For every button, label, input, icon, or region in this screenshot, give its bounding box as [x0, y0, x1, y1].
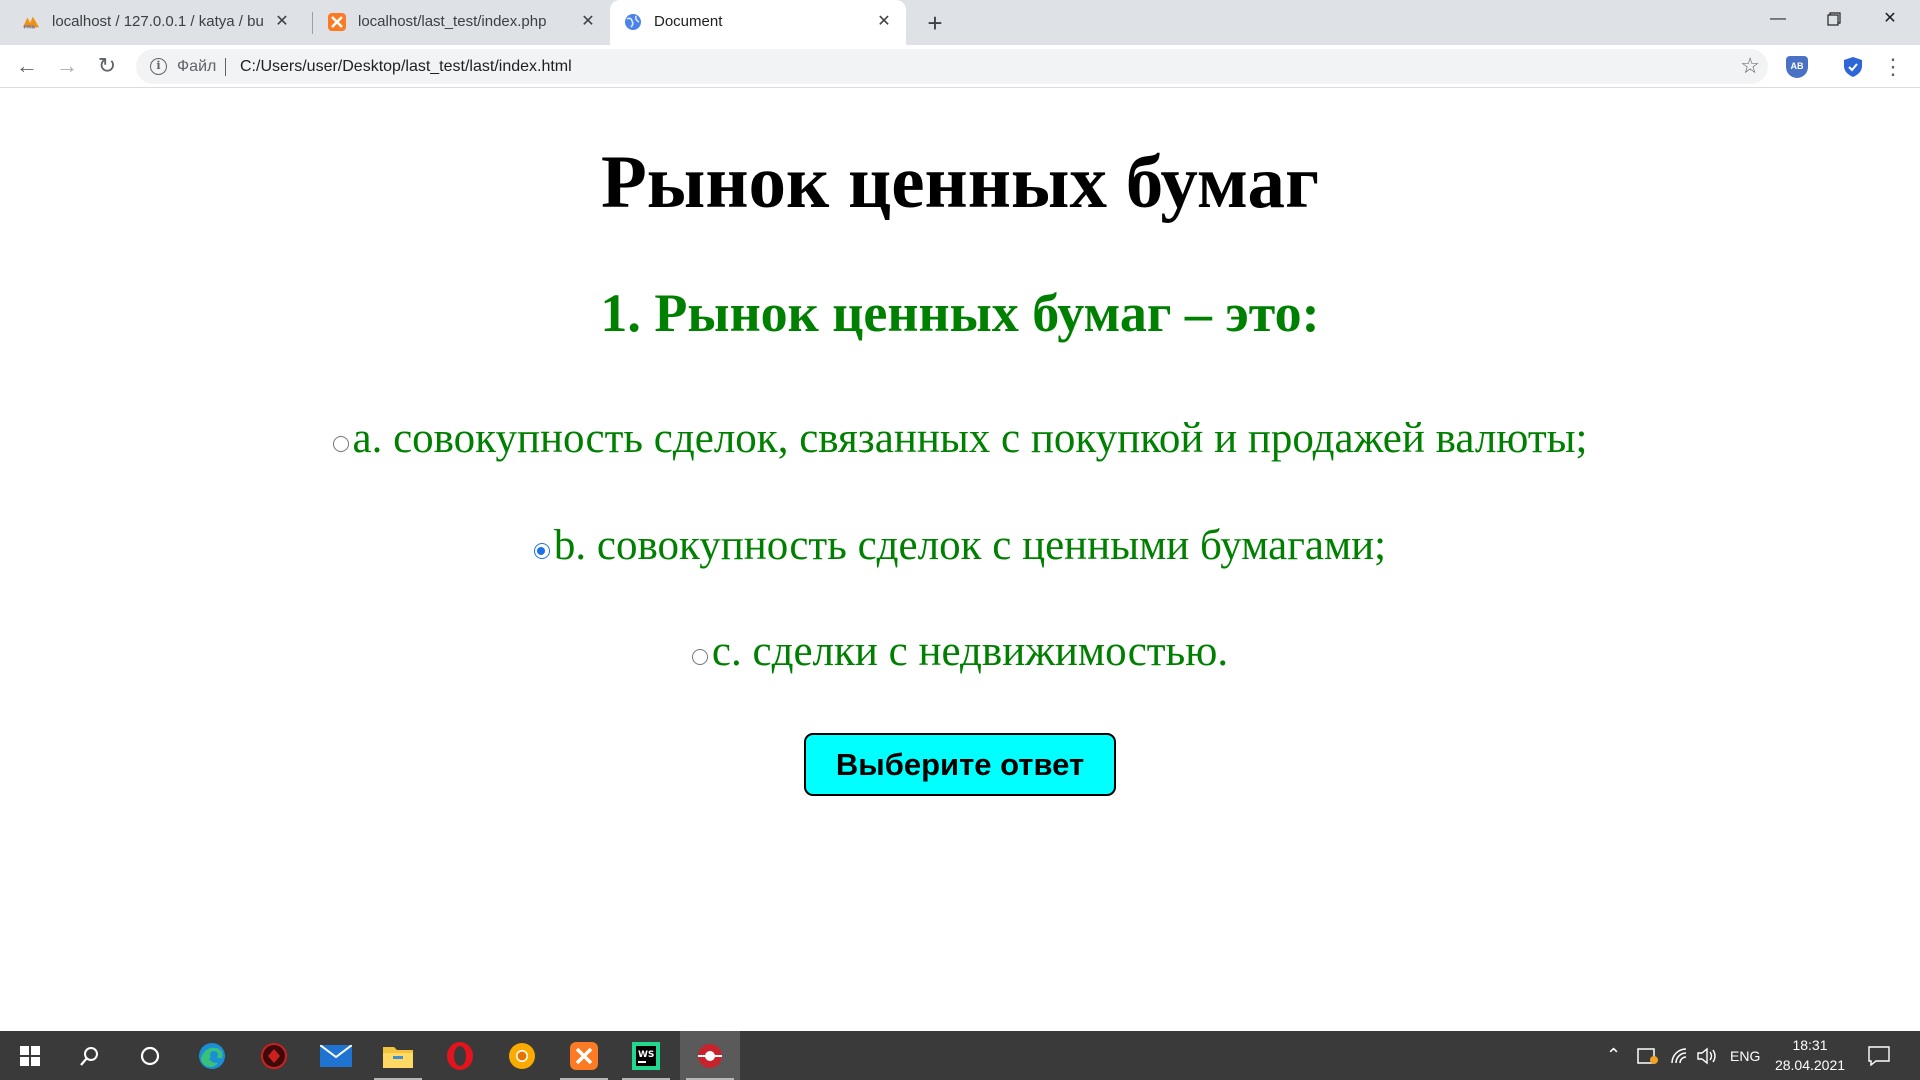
address-bar[interactable]: i Файл C:/Users/user/Desktop/last_test/l…	[136, 49, 1768, 84]
system-clock[interactable]: 18:31 28.04.2021	[1762, 1035, 1858, 1075]
tab-phpmyadmin[interactable]: PMA localhost / 127.0.0.1 / katya / bu ✕	[8, 0, 304, 45]
info-icon[interactable]: i	[150, 58, 167, 75]
search-icon[interactable]	[60, 1031, 120, 1080]
forward-button[interactable]: →	[50, 49, 84, 83]
answer-option-label[interactable]: b. совокупность сделок с ценными бумагам…	[554, 521, 1386, 571]
close-window-button[interactable]: ✕	[1862, 0, 1918, 38]
reload-button[interactable]: ↻	[90, 49, 124, 83]
windows-taskbar: WS ⌃ ENG 18:31 28.04.2021	[0, 1031, 1920, 1080]
menu-icon[interactable]: ⋮	[1882, 52, 1904, 82]
radio-button-checked[interactable]	[533, 543, 550, 559]
xampp-icon	[328, 13, 346, 31]
cortana-icon[interactable]	[120, 1031, 180, 1080]
xampp-icon[interactable]	[554, 1031, 614, 1080]
tab-document[interactable]: Document ✕	[610, 0, 906, 45]
clock-time: 18:31	[1792, 1037, 1828, 1053]
tab-title: localhost/last_test/index.php	[358, 13, 547, 30]
close-icon[interactable]: ✕	[272, 12, 292, 32]
language-indicator[interactable]: ENG	[1730, 1031, 1760, 1080]
shield-check-icon[interactable]	[1842, 56, 1864, 78]
file-explorer-icon[interactable]	[368, 1031, 428, 1080]
adblock-icon[interactable]: AB	[1786, 56, 1808, 78]
game-icon[interactable]	[244, 1031, 304, 1080]
browser-tab-strip: PMA localhost / 127.0.0.1 / katya / bu ✕…	[0, 0, 1920, 45]
mail-icon[interactable]	[306, 1031, 366, 1080]
tab-index-php[interactable]: localhost/last_test/index.php ✕	[314, 0, 610, 45]
file-scheme-label: Файл	[177, 58, 217, 75]
notifications-icon[interactable]	[1868, 1031, 1890, 1080]
url-text[interactable]: C:/Users/user/Desktop/last_test/last/ind…	[240, 57, 572, 77]
webstorm-icon[interactable]: WS	[616, 1031, 676, 1080]
close-icon[interactable]: ✕	[578, 12, 598, 32]
tray-chevron-icon[interactable]: ⌃	[1606, 1031, 1621, 1080]
tab-title: Document	[654, 13, 723, 30]
volume-icon[interactable]	[1697, 1031, 1719, 1080]
submit-answer-button[interactable]: Выберите ответ	[804, 733, 1116, 796]
browser-icon[interactable]	[680, 1031, 740, 1080]
back-button[interactable]: ←	[10, 49, 44, 83]
bookmark-star-icon[interactable]: ☆	[1740, 54, 1760, 78]
globe-icon	[624, 13, 642, 31]
opera-icon[interactable]	[430, 1031, 490, 1080]
close-icon[interactable]: ✕	[874, 12, 894, 32]
wifi-icon[interactable]	[1670, 1031, 1690, 1080]
phpmyadmin-icon: PMA	[22, 13, 40, 31]
windows-start-icon[interactable]	[0, 1031, 60, 1080]
answer-option-b[interactable]: b. совокупность сделок с ценными бумагам…	[0, 521, 1920, 571]
tab-divider	[312, 12, 313, 34]
tab-title: localhost / 127.0.0.1 / katya / bu	[52, 13, 264, 30]
chrome-canary-icon[interactable]	[492, 1031, 552, 1080]
svg-text:WS: WS	[638, 1050, 654, 1060]
answer-option-label[interactable]: c. сделки с недвижимостью.	[712, 627, 1228, 677]
answer-option-c[interactable]: c. сделки с недвижимостью.	[0, 627, 1920, 677]
restore-button[interactable]	[1806, 0, 1862, 38]
answer-option-a[interactable]: a. совокупность сделок, связанных с поку…	[0, 414, 1920, 464]
browser-toolbar: ← → ↻ i Файл C:/Users/user/Desktop/last_…	[0, 45, 1920, 88]
radio-button[interactable]	[691, 649, 708, 665]
address-divider	[225, 58, 226, 76]
clock-date: 28.04.2021	[1774, 1057, 1846, 1073]
question-text: 1. Рынок ценных бумаг – это:	[600, 283, 1320, 343]
radio-button[interactable]	[332, 436, 349, 452]
tray-app-icon[interactable]	[1637, 1031, 1659, 1080]
answer-option-label[interactable]: a. совокупность сделок, связанных с поку…	[353, 414, 1588, 464]
edge-icon[interactable]	[182, 1031, 242, 1080]
svg-text:PMA: PMA	[24, 24, 36, 30]
new-tab-button[interactable]: +	[920, 8, 950, 38]
minimize-button[interactable]: —	[1750, 0, 1806, 38]
page-title: Рынок ценных бумаг	[600, 141, 1320, 224]
